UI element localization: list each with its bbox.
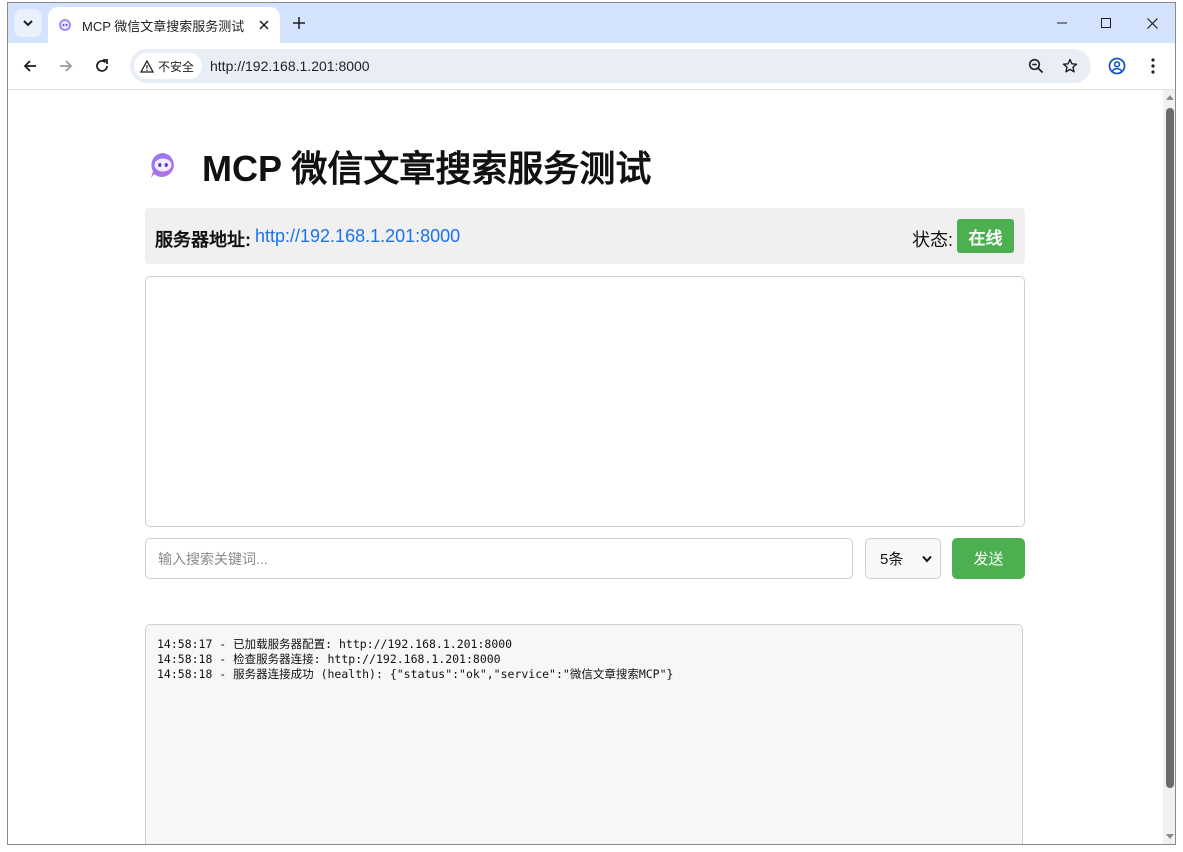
log-line: 14:58:17 - 已加载服务器配置: http://192.168.1.20… bbox=[157, 637, 513, 651]
log-line: 14:58:18 - 检查服务器连接: http://192.168.1.201… bbox=[157, 652, 501, 666]
arrow-left-icon bbox=[23, 60, 36, 72]
arrow-right-icon bbox=[60, 60, 73, 72]
chevron-down-icon bbox=[922, 555, 932, 563]
chat-results-area[interactable] bbox=[145, 276, 1025, 527]
back-button[interactable] bbox=[16, 52, 44, 80]
chat-bot-icon bbox=[58, 18, 72, 32]
result-count-value: 5条 bbox=[880, 551, 904, 568]
bookmark-button[interactable] bbox=[1058, 54, 1082, 78]
security-chip[interactable]: 不安全 bbox=[134, 53, 203, 79]
log-line: 14:58:18 - 服务器连接成功 (health): {"status":"… bbox=[157, 667, 674, 681]
page-title: MCP 微信文章搜索服务测试 bbox=[202, 148, 652, 189]
star-icon bbox=[1062, 58, 1078, 73]
zoom-button[interactable] bbox=[1024, 54, 1048, 78]
plus-icon bbox=[293, 17, 305, 29]
log-panel: 14:58:17 - 已加载服务器配置: http://192.168.1.20… bbox=[145, 624, 1023, 844]
status-label: 状态: bbox=[911, 230, 953, 250]
new-tab-button[interactable] bbox=[288, 12, 310, 34]
tab-strip: MCP 微信文章搜索服务测试 bbox=[8, 3, 1175, 43]
scroll-down-arrow[interactable] bbox=[1166, 834, 1174, 839]
maximize-icon bbox=[1101, 18, 1111, 28]
address-bar[interactable]: 不安全 http://192.168.1.201:8000 bbox=[130, 49, 1091, 83]
close-tab-icon[interactable] bbox=[254, 15, 274, 35]
profile-icon bbox=[1108, 57, 1126, 75]
server-info-bar: 服务器地址: http://192.168.1.201:8000 状态: 在线 bbox=[145, 208, 1025, 264]
server-address-link[interactable]: http://192.168.1.201:8000 bbox=[255, 226, 460, 247]
browser-toolbar: 不安全 http://192.168.1.201:8000 bbox=[8, 43, 1175, 90]
forward-button[interactable] bbox=[52, 52, 80, 80]
zoom-out-icon bbox=[1028, 58, 1044, 74]
page-viewport: MCP 微信文章搜索服务测试 服务器地址: http://192.168.1.2… bbox=[8, 90, 1163, 844]
result-count-select[interactable]: 5条 bbox=[865, 538, 941, 579]
active-tab[interactable]: MCP 微信文章搜索服务测试 bbox=[48, 7, 280, 43]
minimize-icon bbox=[1057, 22, 1067, 24]
chevron-down-icon bbox=[23, 20, 33, 27]
profile-button[interactable] bbox=[1103, 52, 1131, 80]
search-input[interactable] bbox=[145, 538, 853, 579]
server-address-label: 服务器地址: bbox=[155, 230, 251, 250]
scrollbar-thumb[interactable] bbox=[1166, 108, 1174, 788]
close-icon bbox=[1146, 17, 1158, 29]
minimize-button[interactable] bbox=[1040, 8, 1084, 38]
maximize-button[interactable] bbox=[1084, 8, 1128, 38]
page-header: MCP 微信文章搜索服务测试 bbox=[146, 140, 651, 192]
chat-bot-icon bbox=[151, 153, 174, 178]
reload-button[interactable] bbox=[88, 52, 116, 80]
tab-search-button[interactable] bbox=[14, 9, 42, 37]
url-text[interactable]: http://192.168.1.201:8000 bbox=[210, 58, 370, 74]
menu-button[interactable] bbox=[1139, 52, 1167, 80]
security-label: 不安全 bbox=[158, 59, 195, 74]
tab-title: MCP 微信文章搜索服务测试 bbox=[82, 18, 245, 34]
close-window-button[interactable] bbox=[1130, 8, 1174, 38]
scroll-up-arrow[interactable] bbox=[1166, 95, 1174, 100]
more-vertical-icon bbox=[1151, 58, 1155, 74]
vertical-scrollbar[interactable] bbox=[1163, 90, 1175, 844]
browser-window: MCP 微信文章搜索服务测试 不安全 http://192.168.1.201:… bbox=[7, 2, 1176, 845]
status-badge: 在线 bbox=[957, 219, 1014, 253]
reload-icon bbox=[96, 59, 108, 72]
send-button[interactable]: 发送 bbox=[952, 538, 1025, 579]
warning-icon bbox=[140, 59, 154, 73]
